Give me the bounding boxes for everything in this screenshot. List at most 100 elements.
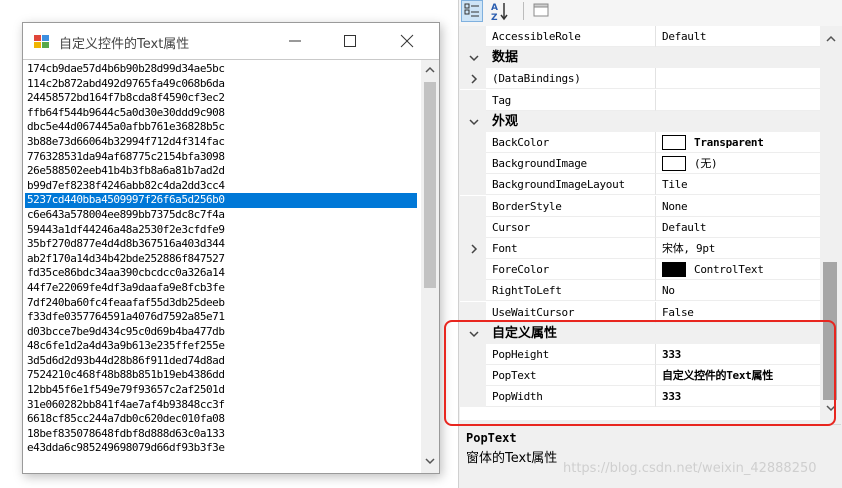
categorized-button[interactable] (461, 0, 483, 22)
list-item[interactable]: 114c2b872abd492d9765fa49c068b6da (25, 77, 417, 92)
list-item[interactable]: fd35ce86bdc34aa390cbcdcc0a326a14 (25, 266, 417, 281)
property-name[interactable]: BackgroundImage (486, 153, 656, 175)
property-row[interactable]: PopText 自定义控件的Text属性 (460, 365, 820, 387)
property-value[interactable]: None (656, 196, 820, 217)
list-item[interactable]: d03bcce7be9d434c95c0d69b4ba477db (25, 325, 417, 340)
category-row[interactable]: 自定义属性 (460, 322, 820, 344)
list-item[interactable]: 18bef835078648fdbf8d888d63c0a133 (25, 427, 417, 442)
svg-text:Z: Z (491, 13, 498, 22)
list-item-selected[interactable]: 5237cd440bba4509997f26f6a5d256b0 (25, 193, 417, 208)
alphabetical-button[interactable]: A Z (489, 0, 511, 23)
listbox-scrollbar[interactable] (421, 60, 439, 473)
category-label: 外观 (492, 113, 519, 129)
property-name[interactable]: PopText (486, 365, 656, 387)
list-item[interactable]: b99d7ef8238f4246abb82c4da2dd3cc4 (25, 179, 417, 194)
property-name[interactable]: ForeColor (486, 259, 656, 281)
property-value-text: 宋体, 9pt (662, 242, 716, 255)
property-row[interactable]: Tag (460, 89, 820, 111)
guid-listbox[interactable]: 174cb9dae57d4b6b90b28d99d34ae5bc 114c2b87… (23, 59, 439, 473)
list-item[interactable]: dbc5e44d067445a0afbb761e36828b5c (25, 120, 417, 135)
list-item[interactable]: 35bf270d877e4d4d8b367516a403d344 (25, 237, 417, 252)
list-item[interactable]: 24458572bd164f7b8cda8f4590cf3ec2 (25, 91, 417, 106)
property-value[interactable]: No (656, 280, 820, 302)
property-name[interactable]: BackColor (486, 132, 656, 153)
expand-chevron-icon[interactable] (469, 244, 479, 254)
grid-scroll-thumb[interactable] (823, 262, 837, 400)
property-row[interactable]: UseWaitCursor False (460, 301, 820, 323)
list-item[interactable]: 31e060282bb841f4ae7af4b93848cc3f (25, 398, 417, 413)
collapse-chevron-icon[interactable] (469, 117, 479, 127)
collapse-chevron-icon[interactable] (469, 329, 479, 339)
property-name[interactable]: BackgroundImageLayout (486, 174, 656, 196)
close-button[interactable] (385, 23, 429, 59)
property-row[interactable]: PopHeight 333 (460, 344, 820, 365)
list-item[interactable]: 59443a1df44246a48a2530f2e3cfdfe9 (25, 223, 417, 238)
grid-scrollbar[interactable] (820, 26, 841, 420)
property-name[interactable]: Cursor (486, 216, 656, 238)
list-item[interactable]: ffb64f544b9644c5a0d30e30ddd9c908 (25, 106, 417, 121)
property-name[interactable]: RightToLeft (486, 280, 656, 302)
property-pages-button[interactable] (531, 0, 553, 22)
app-form-icon (34, 35, 50, 49)
property-row[interactable]: Font 宋体, 9pt (460, 238, 820, 259)
property-value[interactable]: Tile (656, 174, 820, 196)
property-grid[interactable]: AccessibleRole Default 数据 (DataBindings) Tag… (460, 26, 820, 420)
property-row[interactable]: AccessibleRole Default (460, 26, 820, 47)
property-name[interactable]: PopHeight (486, 344, 656, 365)
list-item[interactable]: 12bb45f6e1f549e79f93657c2af2501d (25, 383, 417, 398)
property-value[interactable]: False (656, 302, 820, 323)
property-value[interactable]: 自定义控件的Text属性 (656, 365, 820, 387)
property-row[interactable]: PopWidth 333 (460, 386, 820, 408)
scroll-down-icon (425, 458, 435, 465)
property-row[interactable]: BorderStyle None (460, 195, 820, 217)
category-row[interactable]: 数据 (460, 47, 820, 69)
expand-chevron-icon[interactable] (469, 74, 479, 84)
list-item[interactable]: 776328531da94af68775c2154bfa3098 (25, 150, 417, 165)
property-value[interactable]: Default (656, 217, 820, 238)
property-value-text: Default (662, 220, 707, 234)
property-value[interactable] (656, 90, 820, 111)
list-item[interactable]: 174cb9dae57d4b6b90b28d99d34ae5bc (25, 62, 417, 77)
property-row[interactable]: BackgroundImage (无) (460, 153, 820, 175)
collapse-chevron-icon[interactable] (469, 53, 479, 63)
list-item[interactable]: 48c6fe1d2a4d43a9b613e235ffef255e (25, 339, 417, 354)
property-value[interactable]: 333 (656, 344, 820, 365)
list-item[interactable]: 7df240ba60fc4feaafaf55d3db25deeb (25, 296, 417, 311)
property-value[interactable] (656, 68, 820, 90)
list-item[interactable]: 6618cf85cc244a7db0c620dec010fa08 (25, 412, 417, 427)
list-item[interactable]: 3b88e73d66064b32994f712d4f314fac (25, 135, 417, 150)
property-name[interactable]: UseWaitCursor (486, 301, 656, 323)
list-item[interactable]: 3d5d6d2d93b44d28b86f911ded74d8ad (25, 354, 417, 369)
property-name[interactable]: Tag (486, 89, 656, 111)
listbox-scroll-thumb[interactable] (424, 82, 436, 288)
category-row[interactable]: 外观 (460, 110, 820, 132)
window-titlebar[interactable]: 自定义控件的Text属性 (23, 23, 439, 59)
list-item[interactable]: 44f7e22069fe4df3a9daafa9e8fcb3fe (25, 281, 417, 296)
property-row[interactable]: RightToLeft No (460, 280, 820, 302)
property-row[interactable]: BackgroundImageLayout Tile (460, 174, 820, 196)
property-value-text: 自定义控件的Text属性 (662, 369, 773, 383)
property-name[interactable]: PopWidth (486, 386, 656, 408)
property-name[interactable]: (DataBindings) (486, 68, 656, 90)
property-value[interactable]: 333 (656, 386, 820, 408)
list-item[interactable]: f33dfe0357764591a4076d7592a85e71 (25, 310, 417, 325)
property-value[interactable]: 宋体, 9pt (656, 238, 820, 259)
property-name[interactable]: BorderStyle (486, 195, 656, 217)
list-item[interactable]: e43dda6c985249698079d66df93b3f3e (25, 441, 417, 456)
property-name[interactable]: AccessibleRole (486, 26, 656, 47)
property-value[interactable]: (无) (656, 153, 820, 175)
property-value[interactable]: Default (656, 26, 820, 47)
maximize-button[interactable] (328, 23, 372, 59)
minimize-button[interactable] (273, 23, 317, 59)
list-item[interactable]: c6e643a578004ee899bb7375dc8c7f4a (25, 208, 417, 223)
property-value[interactable]: Transparent (656, 132, 820, 153)
property-row[interactable]: (DataBindings) (460, 68, 820, 90)
property-name[interactable]: Font (486, 238, 656, 259)
list-item[interactable]: 26e588502eeb41b4b3fb8a6a81b7ad2d (25, 164, 417, 179)
property-row[interactable]: ForeColor ControlText (460, 259, 820, 281)
list-item[interactable]: 7524210c468f48b88b851b19eb4386dd (25, 368, 417, 383)
property-value[interactable]: ControlText (656, 259, 820, 281)
list-item[interactable]: ab2f170a14d34b42bde252886f847527 (25, 252, 417, 267)
property-row[interactable]: BackColor Transparent (460, 132, 820, 153)
property-row[interactable]: Cursor Default (460, 216, 820, 238)
